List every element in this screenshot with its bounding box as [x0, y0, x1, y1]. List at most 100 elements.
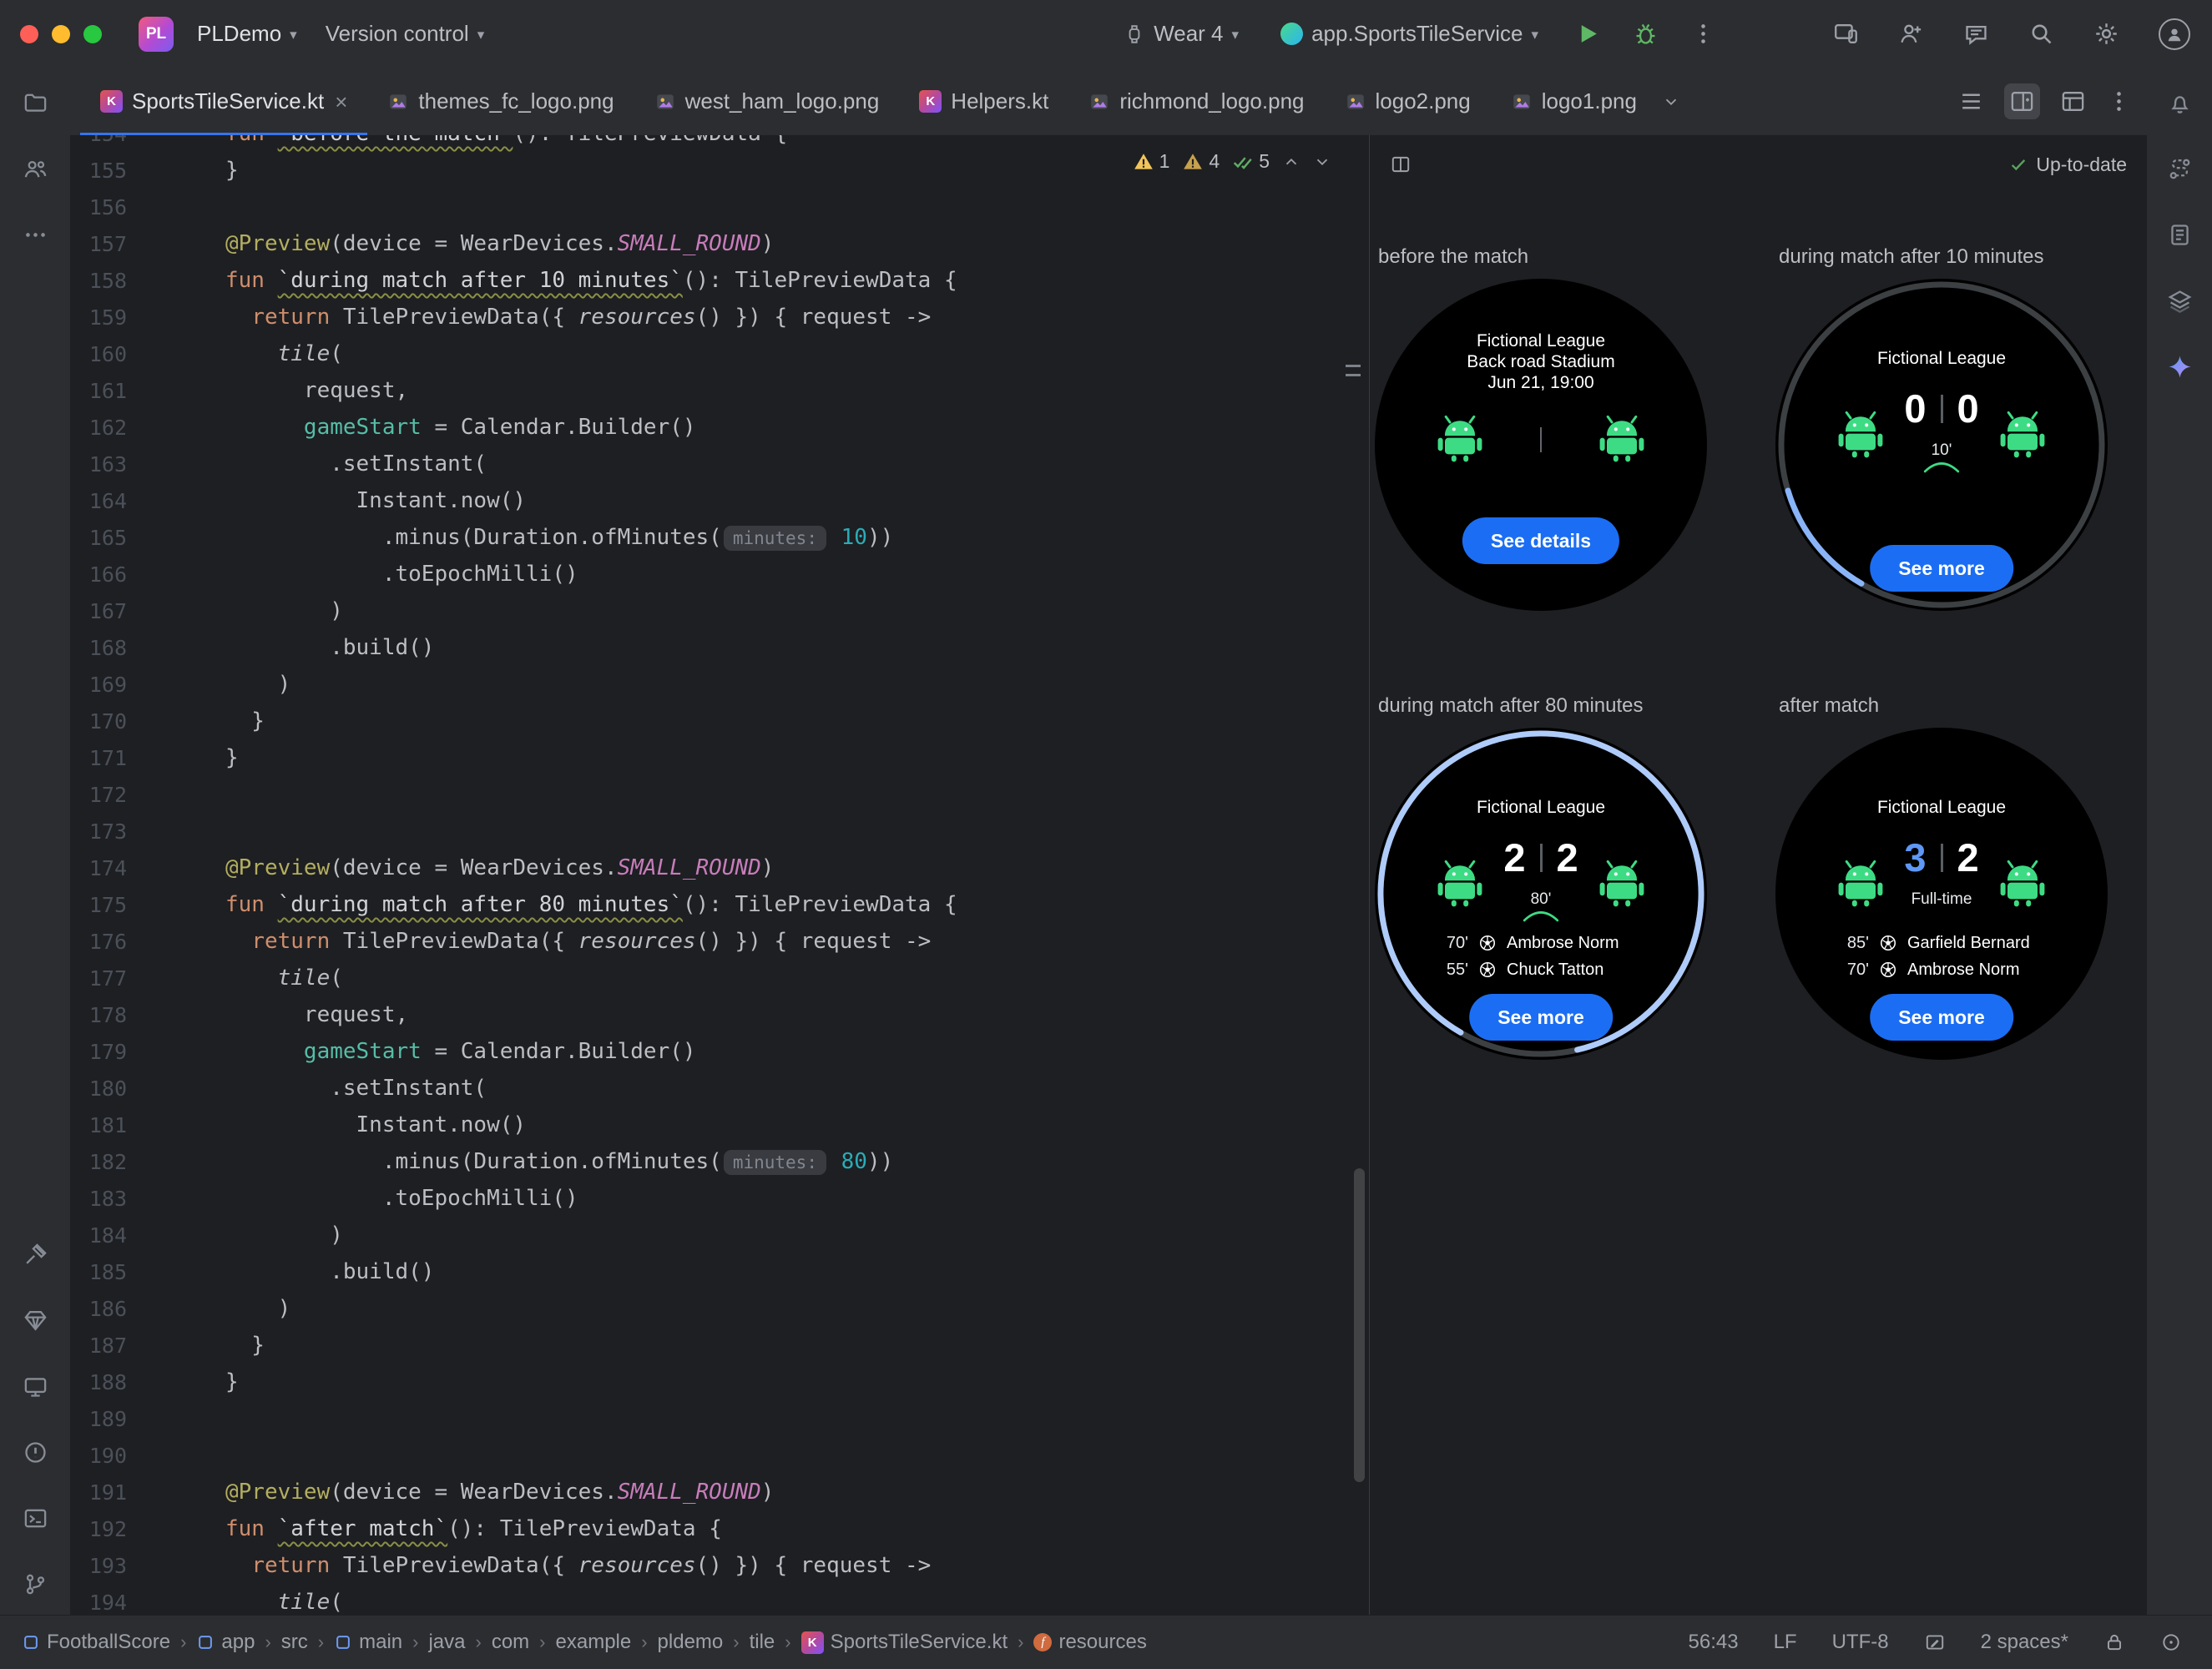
notifications-dot-icon[interactable] — [2160, 1631, 2182, 1653]
code-line[interactable]: 160 tile( — [70, 335, 1368, 372]
notifications-icon[interactable] — [2167, 90, 2193, 116]
code-line[interactable]: 177 tile( — [70, 960, 1368, 996]
code-line[interactable]: 189 — [70, 1400, 1368, 1437]
breadcrumb-item[interactable]: java — [428, 1631, 465, 1654]
code-line[interactable]: 178 request, — [70, 996, 1368, 1033]
code-line[interactable]: 185 .build() — [70, 1253, 1368, 1290]
code-line[interactable]: 187 } — [70, 1327, 1368, 1364]
code-line[interactable]: 186 ) — [70, 1290, 1368, 1327]
editor-scrollbar[interactable] — [1354, 1168, 1365, 1482]
terminal-icon[interactable] — [23, 1505, 48, 1531]
watch-tile-preview[interactable]: Fictional League 00 10' See more — [1775, 279, 2108, 611]
problems-icon[interactable] — [23, 1440, 48, 1465]
user-avatar[interactable] — [2159, 18, 2190, 50]
pull-requests-icon[interactable] — [23, 156, 48, 182]
see-more-button[interactable]: See more — [1469, 994, 1613, 1041]
tab-SportsTileService.kt[interactable]: SportsTileService.kt × — [80, 68, 368, 136]
watch-tile-preview[interactable]: Fictional League Back road Stadium Jun 21,… — [1375, 279, 1707, 611]
code-line[interactable]: 193 return TilePreviewData({ resources()… — [70, 1547, 1368, 1584]
vcs-menu[interactable]: Version control ▾ — [321, 20, 490, 48]
code-line[interactable]: 170 } — [70, 703, 1368, 739]
next-problem-icon[interactable] — [1313, 153, 1331, 171]
line-ending[interactable]: LF — [1774, 1631, 1797, 1654]
code-line[interactable]: 167 ) — [70, 592, 1368, 629]
code-line[interactable]: 181 Instant.now() — [70, 1107, 1368, 1143]
preview-layout-icon[interactable] — [2060, 88, 2086, 114]
code-line[interactable]: 192 fun `after match`(): TilePreviewData … — [70, 1510, 1368, 1547]
debug-button[interactable] — [1633, 21, 1659, 47]
device-mirroring-icon[interactable] — [1833, 21, 1859, 47]
code-line[interactable]: 173 — [70, 813, 1368, 850]
watch-tile-preview[interactable]: Fictional League 32 Full-time 85' Garfiel… — [1775, 728, 2108, 1060]
code-with-me-icon[interactable] — [1898, 21, 1924, 47]
code-line[interactable]: 184 ) — [70, 1217, 1368, 1253]
watch-tile-preview[interactable]: Fictional League 22 80' 70' Ambrose Norm 5… — [1375, 728, 1707, 1060]
project-tool-icon[interactable] — [23, 90, 48, 116]
writable-pen-icon[interactable] — [1924, 1631, 1946, 1653]
code-line[interactable]: 161 request, — [70, 372, 1368, 409]
tab-overflow-chevron-icon[interactable] — [1662, 93, 1680, 111]
weak-warning-count[interactable]: 4 — [1182, 150, 1220, 173]
tab-richmond_logo.png[interactable]: richmond_logo.png — [1068, 68, 1324, 135]
breadcrumb-item[interactable]: tile — [750, 1631, 775, 1654]
indentation-widget[interactable]: 2 spaces* — [1981, 1631, 2068, 1654]
breadcrumb-item[interactable]: pldemo — [658, 1631, 724, 1654]
code-line[interactable]: 182 .minus(Duration.ofMinutes(minutes: 8… — [70, 1143, 1368, 1180]
code-line[interactable]: 156 — [70, 189, 1368, 225]
code-line[interactable]: 165 .minus(Duration.ofMinutes(minutes: 1… — [70, 519, 1368, 556]
code-line[interactable]: 180 .setInstant( — [70, 1070, 1368, 1107]
tab-Helpers.kt[interactable]: Helpers.kt — [899, 68, 1068, 135]
close-tab-icon[interactable]: × — [335, 91, 347, 113]
ai-chat-icon[interactable] — [1963, 21, 1989, 47]
see-more-button[interactable]: See more — [1870, 545, 2013, 592]
code-editor[interactable]: 154fun `before the match`(): TilePreview… — [70, 135, 1368, 1616]
code-line[interactable]: 163 .setInstant( — [70, 446, 1368, 482]
tab-logo1.png[interactable]: logo1.png — [1491, 68, 1657, 135]
lock-icon[interactable] — [2103, 1631, 2125, 1653]
run-configuration-selector[interactable]: app.SportsTileService ▾ — [1275, 20, 1543, 48]
preview-build-status[interactable]: Up-to-date — [2009, 154, 2127, 176]
code-line[interactable]: 175 fun `during match after 80 minutes`()… — [70, 886, 1368, 923]
code-line[interactable]: 176 return TilePreviewData({ resources()… — [70, 923, 1368, 960]
inspections-widget[interactable]: 1 4 5 — [1125, 147, 1338, 176]
breadcrumb-item[interactable]: com — [492, 1631, 529, 1654]
code-line[interactable]: 190 — [70, 1437, 1368, 1474]
device-selector[interactable]: Wear 4 ▾ — [1119, 20, 1244, 48]
breadcrumb-item[interactable]: SportsTileService.kt — [800, 1631, 1008, 1654]
running-devices-icon[interactable] — [23, 1374, 48, 1399]
tab-west_ham_logo.png[interactable]: west_ham_logo.png — [634, 68, 900, 135]
code-line[interactable]: 168 .build() — [70, 629, 1368, 666]
cursor-position[interactable]: 56:43 — [1689, 1631, 1739, 1654]
project-switcher[interactable]: PLDemo ▾ — [192, 20, 302, 48]
assistant-icon[interactable] — [2167, 156, 2193, 182]
more-actions-button[interactable] — [1690, 21, 1716, 47]
breadcrumb-item[interactable]: app — [196, 1631, 255, 1654]
breadcrumb-item[interactable]: example — [556, 1631, 632, 1654]
layout-inspector-icon[interactable] — [2167, 288, 2193, 314]
code-line[interactable]: 179 gameStart = Calendar.Builder() — [70, 1033, 1368, 1070]
breadcrumb-item[interactable]: f resources — [1033, 1631, 1147, 1654]
see-more-button[interactable]: See more — [1870, 994, 2013, 1041]
tab-logo2.png[interactable]: logo2.png — [1325, 68, 1491, 135]
minimize-window-button[interactable] — [52, 24, 70, 43]
run-button[interactable] — [1575, 21, 1601, 47]
device-explorer-icon[interactable] — [2167, 222, 2193, 248]
code-line[interactable]: 188} — [70, 1364, 1368, 1400]
tab-more-vertical-icon[interactable] — [2106, 88, 2132, 114]
previous-problem-icon[interactable] — [1282, 153, 1300, 171]
code-line[interactable]: 158 fun `during match after 10 minutes`()… — [70, 262, 1368, 299]
settings-gear-icon[interactable] — [2093, 21, 2119, 47]
code-line[interactable]: 174 @Preview(device = WearDevices.SMALL_R… — [70, 850, 1368, 886]
warning-count[interactable]: 1 — [1133, 150, 1169, 173]
code-line[interactable]: 172 — [70, 776, 1368, 813]
code-line[interactable]: 164 Instant.now() — [70, 482, 1368, 519]
breadcrumb-item[interactable]: src — [281, 1631, 308, 1654]
resource-manager-icon[interactable] — [23, 1308, 48, 1334]
breadcrumb-item[interactable]: FootballScore — [22, 1631, 170, 1654]
code-line[interactable]: 166 .toEpochMilli() — [70, 556, 1368, 592]
search-icon[interactable] — [2028, 21, 2054, 47]
code-line[interactable]: 162 gameStart = Calendar.Builder() — [70, 409, 1368, 446]
build-icon[interactable] — [23, 1242, 48, 1268]
tab-list-icon[interactable] — [1958, 88, 1984, 114]
see-details-button[interactable]: See details — [1462, 517, 1620, 564]
